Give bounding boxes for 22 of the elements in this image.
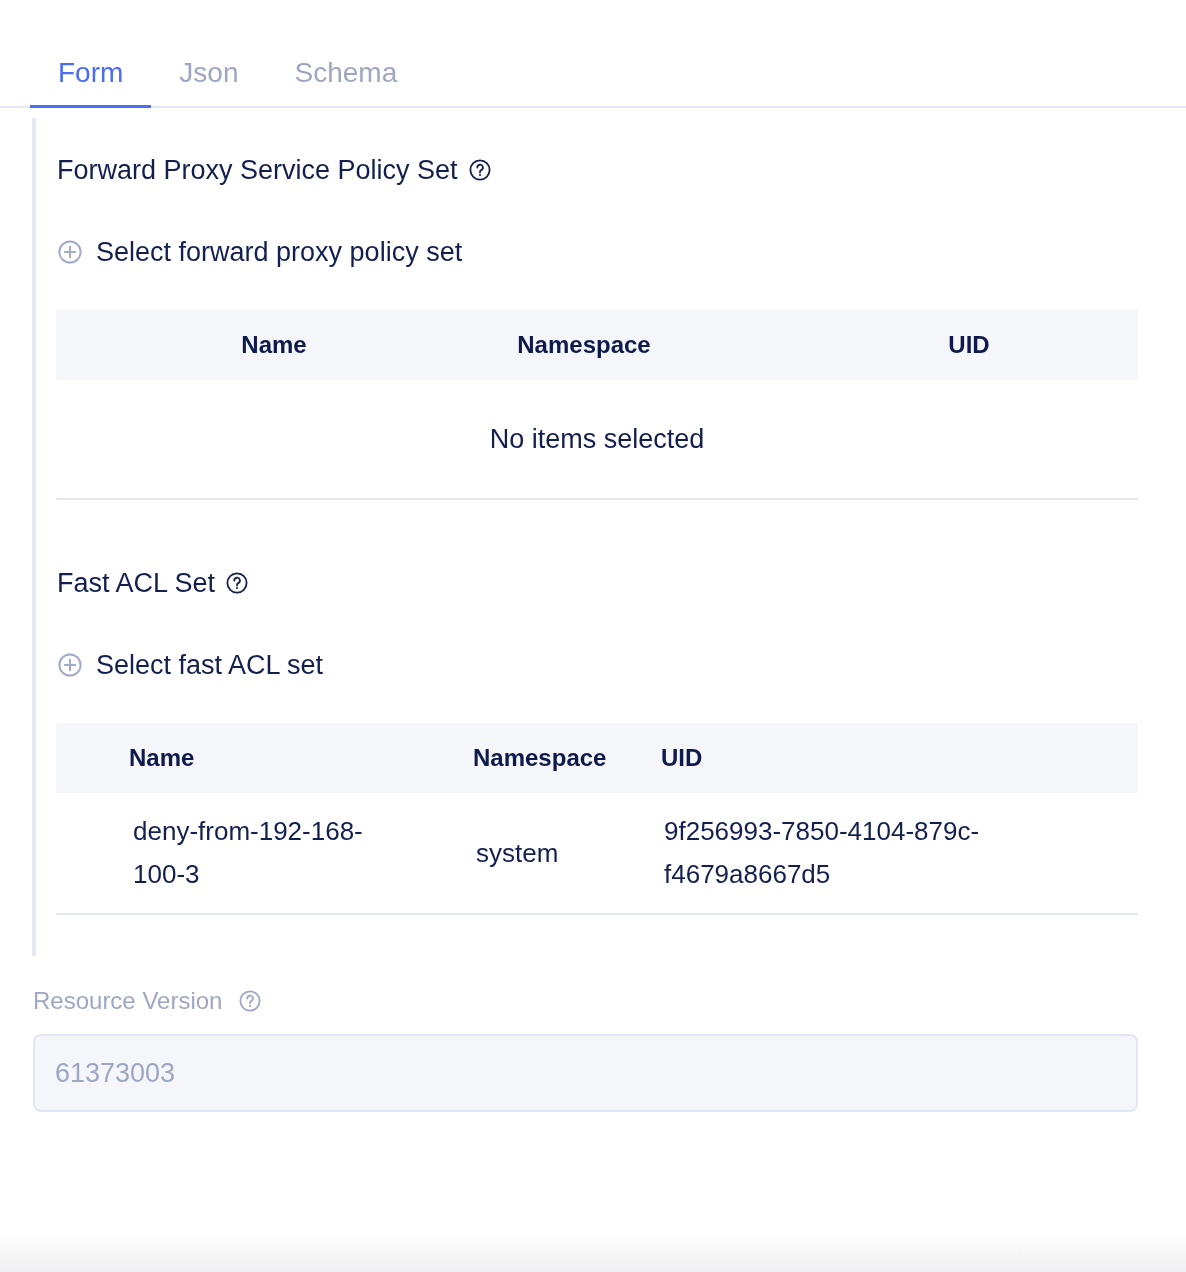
column-header: Name: [128, 744, 196, 772]
section-title: Fast ACL Set: [57, 567, 216, 600]
help-icon[interactable]: [468, 159, 491, 181]
column-header: Namespace: [473, 744, 608, 772]
section-title: Forward Proxy Service Policy Set: [57, 154, 458, 187]
column-header: UID: [661, 744, 704, 772]
plus-circle-icon: [58, 240, 82, 264]
column-header: UID: [947, 331, 991, 359]
column-header: Name: [240, 331, 308, 359]
tab[interactable]: Schema: [266, 40, 426, 108]
empty-message: No items selected: [489, 423, 705, 455]
select-link[interactable]: Select fast ACL set: [56, 647, 324, 683]
table-cell-text: deny-from-192-168-100-3: [133, 815, 364, 891]
table-cell-text: system: [476, 836, 559, 870]
help-icon[interactable]: [226, 572, 249, 594]
table-cell-text: 9f256993-7850-4104-879c-f4679a8667d5: [664, 815, 981, 891]
tab[interactable]: Form: [30, 40, 152, 108]
field-label: Resource Version: [33, 986, 223, 1016]
select-link[interactable]: Select forward proxy policy set: [56, 234, 463, 270]
plus-circle-icon: [58, 653, 82, 677]
column-header: Namespace: [516, 331, 652, 359]
tab[interactable]: Json: [151, 40, 267, 108]
